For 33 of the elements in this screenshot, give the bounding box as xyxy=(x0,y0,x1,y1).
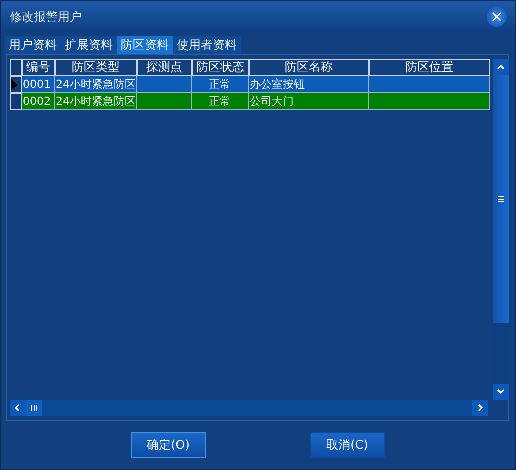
row-indicator[interactable] xyxy=(10,93,22,110)
column-header[interactable]: 防区状态 xyxy=(192,59,249,76)
column-header[interactable]: 防区类型 xyxy=(55,59,137,76)
column-header[interactable]: 编号 xyxy=(22,59,55,76)
horizontal-scrollbar[interactable] xyxy=(10,400,488,416)
table-cell: 24小时紧急防区 xyxy=(55,93,137,110)
table-cell xyxy=(137,93,192,110)
close-button[interactable] xyxy=(487,7,507,27)
table-cell: 办公室按钮 xyxy=(249,76,369,93)
tab[interactable]: 使用者资料 xyxy=(173,36,241,54)
column-header[interactable]: 防区位置 xyxy=(369,59,490,76)
vertical-scrollbar[interactable] xyxy=(493,59,509,400)
ok-button[interactable]: 确定(O) xyxy=(131,432,206,458)
table-cell: 0002 xyxy=(22,93,55,110)
table-cell: 正常 xyxy=(192,93,249,110)
table-cell: 0001 xyxy=(22,76,55,93)
table-cell xyxy=(137,76,192,93)
pointer-icon xyxy=(11,78,18,90)
table-cell: 正常 xyxy=(192,76,249,93)
column-header[interactable]: 防区名称 xyxy=(249,59,369,76)
row-indicator[interactable] xyxy=(10,76,22,93)
tab[interactable]: 用户资料 xyxy=(5,36,61,54)
column-header[interactable]: 探测点 xyxy=(137,59,192,76)
close-icon xyxy=(492,12,502,22)
window-title: 修改报警用户 xyxy=(10,8,82,26)
table-cell: 公司大门 xyxy=(249,93,369,110)
row-header xyxy=(10,59,22,76)
table-cell: 24小时紧急防区 xyxy=(55,76,137,93)
tab[interactable]: 扩展资料 xyxy=(61,36,117,54)
grip-icon xyxy=(498,196,504,202)
cancel-button[interactable]: 取消(C) xyxy=(310,432,385,458)
grip-icon xyxy=(30,405,38,411)
tab[interactable]: 防区资料 xyxy=(117,36,173,54)
